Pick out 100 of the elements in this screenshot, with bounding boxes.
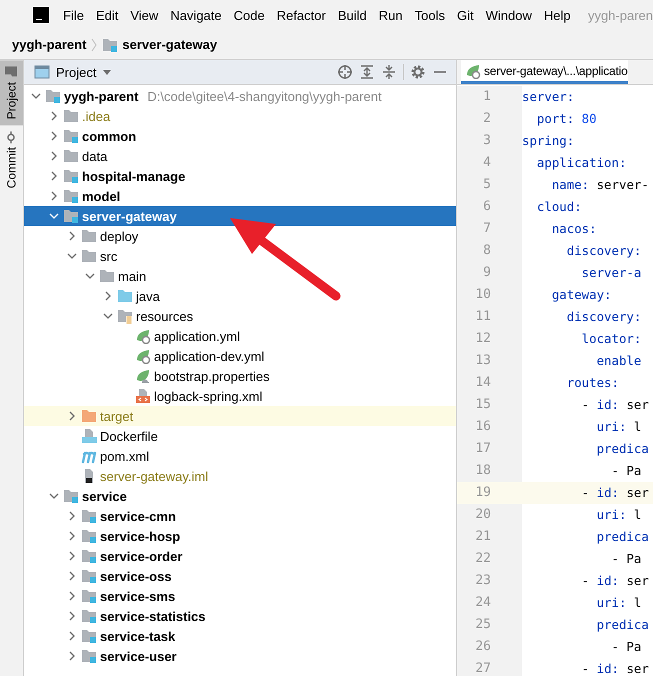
item-name: hospital-manage bbox=[82, 168, 186, 184]
module-folder-icon bbox=[102, 36, 118, 52]
tree-row[interactable]: data bbox=[24, 146, 456, 166]
tree-row[interactable]: resources bbox=[24, 306, 456, 326]
menu-item[interactable]: File bbox=[62, 8, 85, 22]
tree-row[interactable]: model bbox=[24, 186, 456, 206]
tree-row[interactable]: Dockerfile bbox=[24, 426, 456, 446]
line-number: 11 bbox=[457, 306, 522, 328]
tree-row[interactable]: .idea bbox=[24, 106, 456, 126]
excluded-folder-icon bbox=[81, 408, 97, 424]
tree-row[interactable]: service-statistics bbox=[24, 606, 456, 626]
menu-item[interactable]: Edit bbox=[94, 8, 120, 22]
tree-row[interactable]: logback-spring.xml bbox=[24, 386, 456, 406]
menu-item[interactable]: Navigate bbox=[169, 8, 223, 22]
code-line: predica bbox=[596, 616, 649, 634]
menu-item[interactable]: View bbox=[129, 8, 160, 22]
module-folder-icon bbox=[63, 188, 79, 204]
item-name: resources bbox=[136, 308, 194, 324]
menu-item[interactable]: Window bbox=[484, 8, 533, 22]
line-number: 6 bbox=[457, 196, 522, 218]
menu-item[interactable]: Tools bbox=[414, 8, 446, 22]
breadcrumb-item[interactable]: yygh-parent bbox=[12, 37, 86, 52]
tree-row[interactable]: pom.xml bbox=[24, 446, 456, 466]
module-folder-icon bbox=[63, 128, 79, 144]
code-line: uri: l bbox=[596, 594, 642, 612]
tree-row[interactable]: server-gateway bbox=[24, 206, 456, 226]
panel-title[interactable]: Project bbox=[56, 64, 96, 80]
app-logo-icon bbox=[33, 7, 49, 23]
module-folder-icon bbox=[63, 208, 79, 224]
menu-item[interactable]: Refactor bbox=[276, 8, 327, 22]
menu-item[interactable]: Git bbox=[456, 8, 475, 22]
menu-item[interactable]: Run bbox=[378, 8, 404, 22]
item-name: service-sms bbox=[100, 588, 176, 604]
code-line: - Pa bbox=[610, 638, 642, 656]
tree-row[interactable]: common bbox=[24, 126, 456, 146]
tree-row[interactable]: src bbox=[24, 246, 456, 266]
line-number: 23 bbox=[457, 570, 522, 592]
item-name: yygh-parent bbox=[64, 88, 138, 104]
code-line: routes: bbox=[566, 374, 619, 392]
tool-window-tab[interactable]: Commit bbox=[0, 125, 23, 195]
tree-row[interactable]: hospital-manage bbox=[24, 166, 456, 186]
code-line: gateway: bbox=[550, 286, 612, 304]
tree-row[interactable]: service-task bbox=[24, 626, 456, 646]
tree-row[interactable]: yygh-parent D:\code\gitee\4-shangyitong\yygh-parent bbox=[24, 86, 456, 106]
folder-icon bbox=[6, 66, 18, 78]
line-number: 9 bbox=[457, 262, 522, 284]
expand-all-icon[interactable] bbox=[359, 64, 375, 80]
tree-row[interactable]: service-hosp bbox=[24, 526, 456, 546]
tree-row[interactable]: service bbox=[24, 486, 456, 506]
tree-row[interactable]: application.yml bbox=[24, 326, 456, 346]
crosshair-icon[interactable] bbox=[337, 64, 353, 80]
tree-row[interactable]: service-sms bbox=[24, 586, 456, 606]
line-number: 25 bbox=[457, 614, 522, 636]
tree-row[interactable]: java bbox=[24, 286, 456, 306]
code-line: server: bbox=[522, 88, 574, 106]
code-line: - Pa bbox=[610, 462, 642, 480]
menu-item[interactable]: Code bbox=[232, 8, 266, 22]
item-name: bootstrap.properties bbox=[154, 368, 270, 384]
module-folder-icon bbox=[63, 168, 79, 184]
tree-row[interactable]: target bbox=[24, 406, 456, 426]
code-line: uri: l bbox=[596, 506, 642, 524]
tree-row[interactable]: service-order bbox=[24, 546, 456, 566]
tree-row[interactable]: bootstrap.properties bbox=[24, 366, 456, 386]
tree-row[interactable]: application-dev.yml bbox=[24, 346, 456, 366]
line-number: 2 bbox=[457, 108, 522, 130]
menu-item[interactable]: Build bbox=[336, 8, 368, 22]
folder-icon bbox=[63, 148, 79, 164]
item-name: service bbox=[82, 488, 127, 504]
tree-row[interactable]: service-user bbox=[24, 646, 456, 666]
module-folder-icon bbox=[81, 568, 97, 584]
item-name: application.yml bbox=[154, 328, 240, 344]
editor-tab[interactable]: server-gateway\...\applicatio bbox=[461, 60, 628, 84]
panel-icon bbox=[34, 65, 50, 79]
docker-file-icon bbox=[81, 428, 97, 444]
code-line: predica bbox=[596, 528, 649, 546]
module-folder-icon bbox=[81, 628, 97, 644]
tool-window-tab[interactable]: Project bbox=[0, 60, 23, 126]
code-line: - id: ser bbox=[580, 660, 649, 676]
dropdown-caret-icon bbox=[102, 67, 112, 77]
line-number: 3 bbox=[457, 130, 522, 152]
item-name: java bbox=[136, 288, 160, 304]
item-name: service-cmn bbox=[100, 508, 176, 524]
item-name: server-gateway.iml bbox=[100, 468, 208, 484]
line-number: 24 bbox=[457, 592, 522, 614]
tree-row[interactable]: main bbox=[24, 266, 456, 286]
item-name: service-task bbox=[100, 628, 176, 644]
collapse-all-icon[interactable] bbox=[381, 64, 397, 80]
item-name: src bbox=[100, 248, 118, 264]
tree-row[interactable]: service-cmn bbox=[24, 506, 456, 526]
item-name: common bbox=[82, 128, 136, 144]
tree-row[interactable]: service-oss bbox=[24, 566, 456, 586]
breadcrumb-item[interactable]: server-gateway bbox=[122, 37, 218, 52]
settings-icon[interactable] bbox=[410, 64, 426, 80]
line-number: 21 bbox=[457, 526, 522, 548]
menu-item[interactable]: Help bbox=[542, 8, 572, 22]
tree-row[interactable]: server-gateway.iml bbox=[24, 466, 456, 486]
item-name: application-dev.yml bbox=[154, 348, 264, 364]
item-name: pom.xml bbox=[100, 448, 150, 464]
tree-row[interactable]: deploy bbox=[24, 226, 456, 246]
code-line: discovery: bbox=[566, 308, 642, 326]
